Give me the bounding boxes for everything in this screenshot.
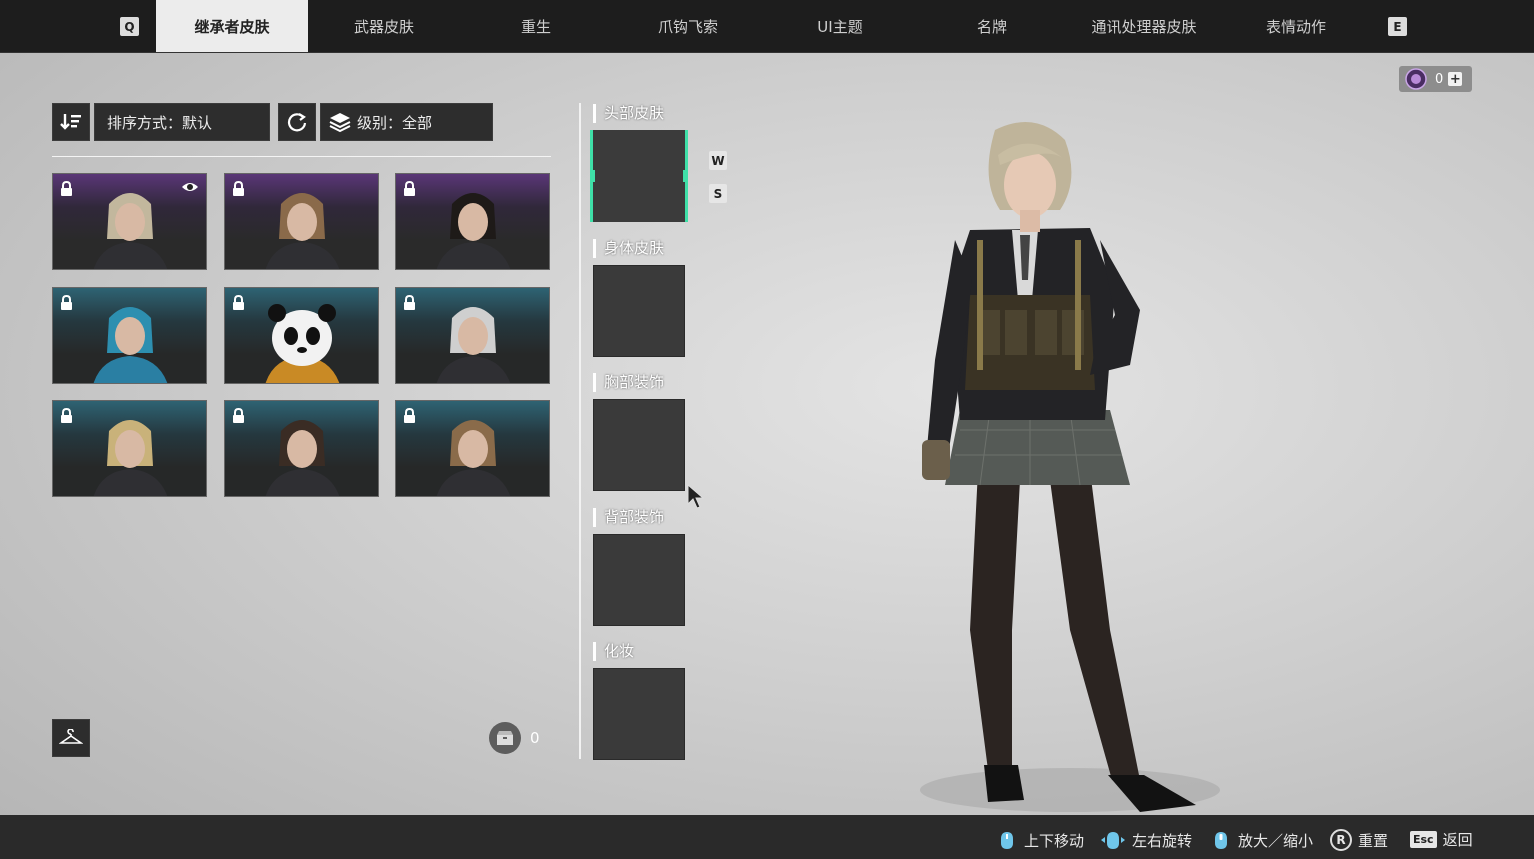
slot-back[interactable] [593,534,685,626]
currency-display: 0 + [1399,66,1472,92]
skin-card[interactable] [224,287,379,384]
tab-communicator-skin[interactable]: 通讯处理器皮肤 [1068,0,1220,52]
slot-body[interactable] [593,265,685,357]
character-portrait [93,420,168,496]
reset-key: R [1330,829,1352,851]
character-portrait [265,193,340,269]
tab-successor-skins[interactable]: 继承者皮肤 [156,0,308,52]
refresh-icon [287,113,307,132]
slot-title-back: 背部装饰 [593,508,664,527]
lock-icon [404,408,415,423]
slot-title-makeup: 化妆 [593,642,634,661]
lock-icon [61,408,72,423]
mouse-move-icon [1001,832,1013,849]
sort-icon [60,114,81,130]
skin-card[interactable] [52,287,207,384]
lock-icon [404,181,415,196]
hint-move-label: 上下移动 [1024,831,1085,850]
lock-icon [233,181,244,196]
tab-emotes[interactable]: 表情动作 [1220,0,1372,52]
slot-head[interactable] [590,130,688,222]
currency-amount: 0 [1435,71,1444,87]
preview-eye-icon[interactable] [181,181,199,193]
mouse-rotate-icon [1101,832,1125,849]
tab-grappling-hook[interactable]: 爪钩飞索 [612,0,764,52]
hint-zoom-label: 放大／缩小 [1238,831,1314,850]
slot-makeup[interactable] [593,668,685,760]
lock-icon [233,295,244,310]
skin-card[interactable] [52,400,207,497]
mouse-cursor-icon [687,484,705,509]
character-portrait [436,420,511,496]
sort-dropdown[interactable]: 排序方式：默认 [94,103,270,141]
tab-nameplate[interactable]: 名牌 [916,0,1068,52]
hint-rotate-label: 左右旋转 [1132,831,1193,850]
level-dropdown[interactable]: 级别：全部 [320,103,493,141]
hint-back-label: 返回 [1442,831,1473,849]
lock-icon [61,295,72,310]
level-label: 级别：全部 [357,113,433,132]
lock-icon [61,181,72,196]
slot-title-chest: 胸部装饰 [593,373,664,392]
sort-label: 排序方式：默认 [107,113,213,132]
sort-order-button[interactable] [52,103,90,141]
character-portrait [436,307,511,383]
skin-card[interactable] [224,173,379,270]
slot-title-head: 头部皮肤 [593,104,664,123]
mouse-wheel-icon [1215,832,1227,849]
tab-respawn[interactable]: 重生 [460,0,612,52]
esc-key: Esc [1410,831,1437,848]
hint-back[interactable]: Esc 返回 [1410,829,1473,850]
character-portrait [265,420,340,496]
lock-icon [404,295,415,310]
hint-move: 上下移动 [996,829,1084,851]
filter-divider [52,156,551,157]
slot-up-key[interactable]: W [709,151,727,170]
lock-icon [233,408,244,423]
character-portrait [93,307,168,383]
hint-reset[interactable]: R 重置 [1330,829,1388,851]
skin-card[interactable] [52,173,207,270]
wardrobe-button[interactable] [52,719,90,757]
skin-card[interactable] [395,287,550,384]
premium-coin-icon [1405,68,1427,90]
slot-chest[interactable] [593,399,685,491]
prev-tab-key[interactable]: Q [120,17,139,36]
character-portrait [265,304,340,383]
hint-reset-label: 重置 [1358,831,1389,850]
top-tab-bar: Q 继承者皮肤 武器皮肤 重生 爪钩飞索 UI主题 名牌 通讯处理器皮肤 表情动… [0,0,1534,53]
tab-weapon-skins[interactable]: 武器皮肤 [308,0,460,52]
next-tab-key[interactable]: E [1388,17,1407,36]
character-portrait [436,193,511,269]
hint-zoom: 放大／缩小 [1210,829,1313,851]
skin-card[interactable] [224,400,379,497]
skin-card[interactable] [395,173,550,270]
skin-card[interactable] [395,400,550,497]
box-count: 0 [530,729,540,747]
character-model[interactable] [900,110,1220,820]
layers-icon [329,113,351,133]
box-icon [489,722,521,754]
tab-ui-theme[interactable]: UI主题 [764,0,916,52]
refresh-button[interactable] [278,103,316,141]
slot-column-line [579,103,581,759]
hint-rotate: 左右旋转 [1100,829,1192,851]
add-currency-button[interactable]: + [1448,72,1463,87]
slot-down-key[interactable]: S [709,184,727,203]
slot-title-body: 身体皮肤 [593,239,664,258]
hanger-icon [59,729,83,744]
